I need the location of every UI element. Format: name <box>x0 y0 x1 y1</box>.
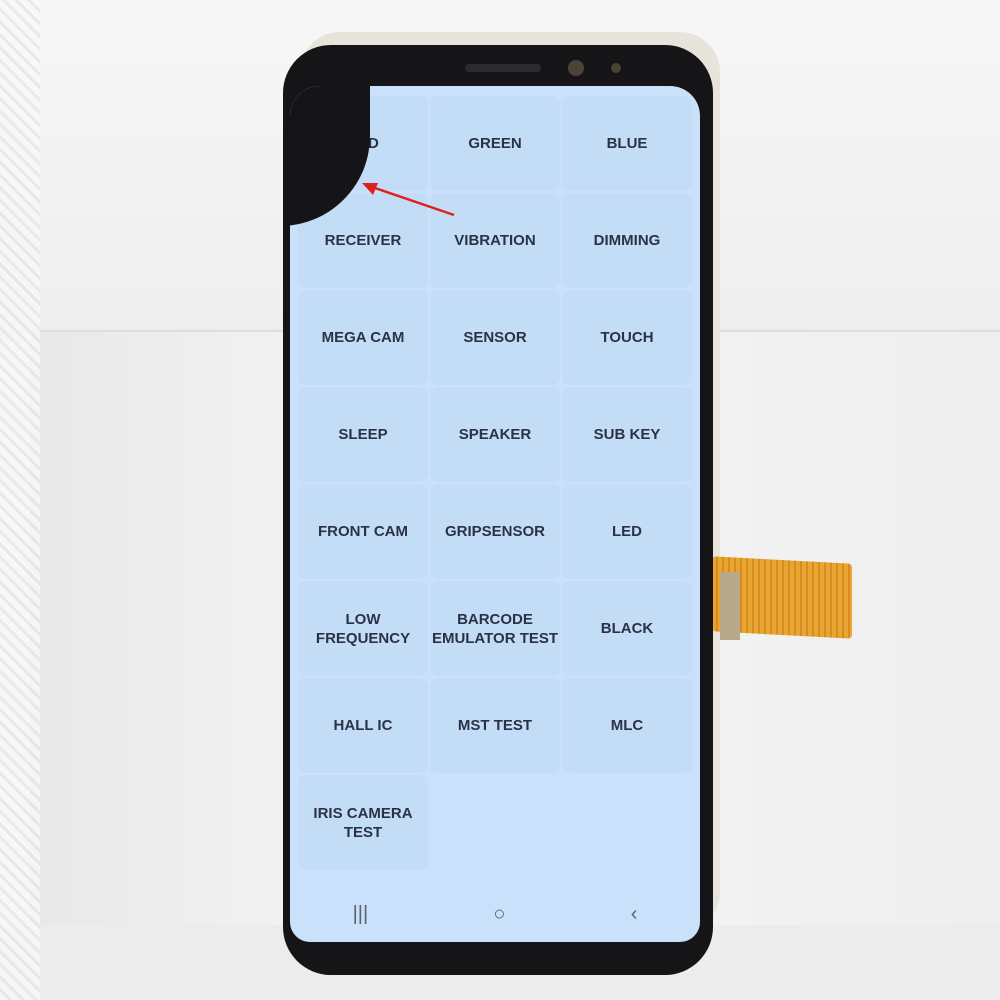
test-button-mega-cam[interactable]: MEGA CAM <box>298 290 428 385</box>
test-button-speaker[interactable]: SPEAKER <box>430 387 560 482</box>
test-button-sub-key[interactable]: SUB KEY <box>562 387 692 482</box>
test-button-dimming[interactable]: DIMMING <box>562 193 692 288</box>
earpiece-speaker <box>465 64 541 72</box>
test-button-mlc[interactable]: MLC <box>562 678 692 773</box>
home-icon[interactable]: ○ <box>493 903 505 926</box>
test-button-touch[interactable]: TOUCH <box>562 290 692 385</box>
front-camera <box>568 60 584 76</box>
test-button-sensor[interactable]: SENSOR <box>430 290 560 385</box>
test-button-led[interactable]: LED <box>562 484 692 579</box>
packaging-foam <box>0 0 40 1000</box>
red-arrow-annotation <box>362 183 455 217</box>
test-button-black[interactable]: BLACK <box>562 581 692 676</box>
test-button-gripsensor[interactable]: GRIPSENSOR <box>430 484 560 579</box>
test-button-barcode-emulator-test[interactable]: BARCODE EMULATOR TEST <box>430 581 560 676</box>
flex-connector <box>720 572 740 640</box>
proximity-sensor <box>611 63 621 73</box>
test-button-mst-test[interactable]: MST TEST <box>430 678 560 773</box>
arrow-shaft <box>371 185 455 217</box>
test-button-low-frequency[interactable]: LOW FREQUENCY <box>298 581 428 676</box>
test-menu-grid: REDGREENBLUERECEIVERVIBRATIONDIMMINGMEGA… <box>298 96 692 870</box>
test-button-iris-camera-test[interactable]: IRIS CAMERA TEST <box>298 775 428 870</box>
back-icon[interactable]: ‹ <box>631 903 638 926</box>
navigation-bar: ||| ○ ‹ <box>290 894 700 934</box>
recents-icon[interactable]: ||| <box>353 903 369 926</box>
phone-screen: REDGREENBLUERECEIVERVIBRATIONDIMMINGMEGA… <box>290 86 700 942</box>
test-button-sleep[interactable]: SLEEP <box>298 387 428 482</box>
test-button-blue[interactable]: BLUE <box>562 96 692 191</box>
test-button-hall-ic[interactable]: HALL IC <box>298 678 428 773</box>
test-button-green[interactable]: GREEN <box>430 96 560 191</box>
test-button-front-cam[interactable]: FRONT CAM <box>298 484 428 579</box>
